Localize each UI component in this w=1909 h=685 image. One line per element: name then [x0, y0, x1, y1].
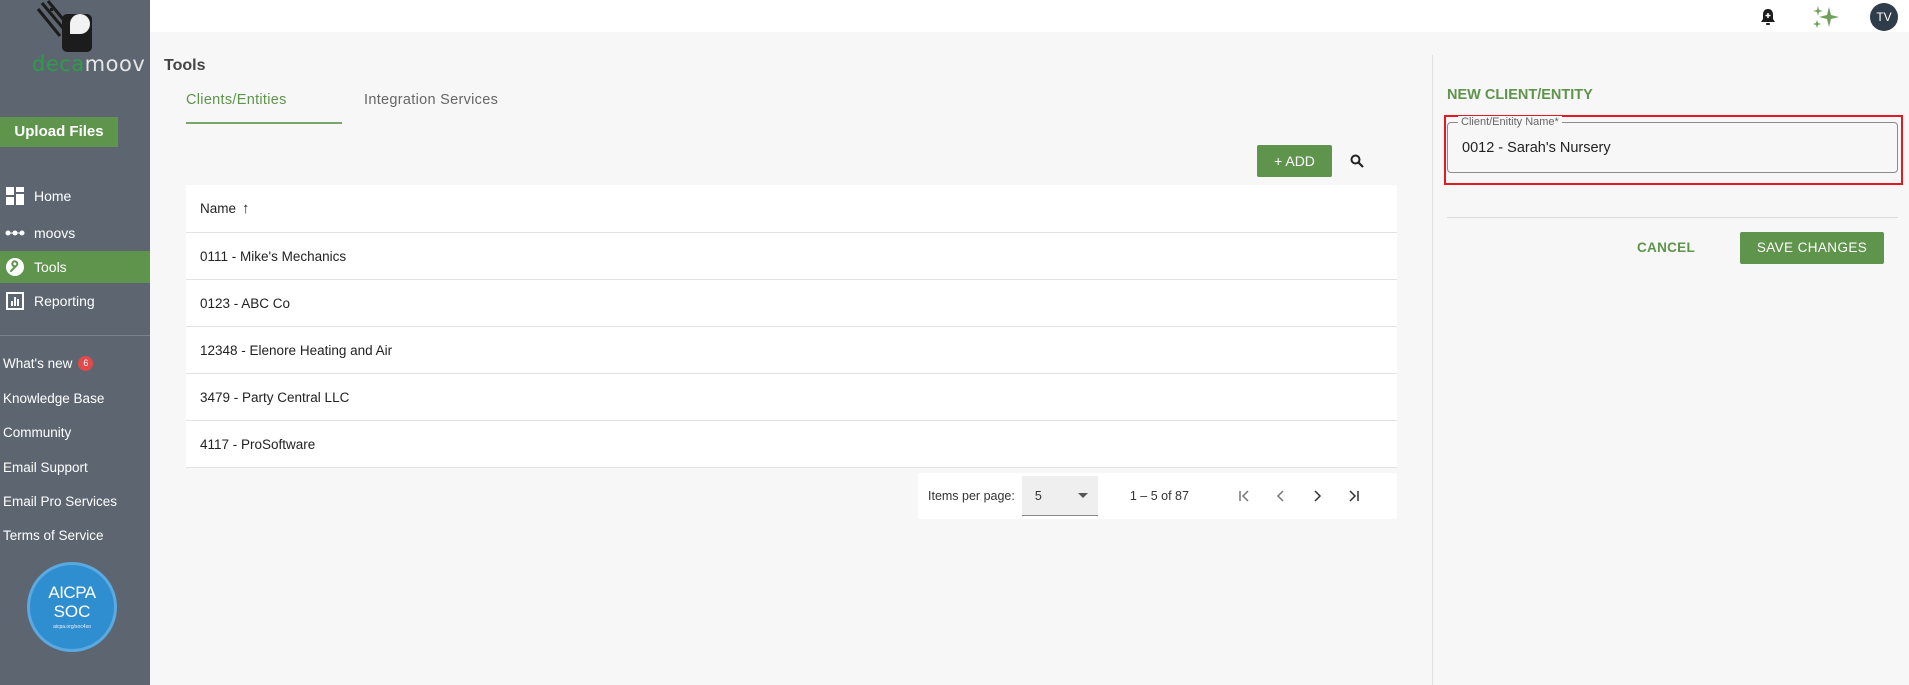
logo-text: decamoov: [32, 52, 146, 76]
search-icon[interactable]: [1347, 151, 1367, 171]
next-page-button[interactable]: [1299, 478, 1335, 514]
chevron-down-icon: [1077, 493, 1088, 498]
tab-clients-entities[interactable]: Clients/Entities: [186, 92, 342, 124]
last-page-icon: [1349, 490, 1359, 502]
panel-divider: [1432, 55, 1433, 685]
save-changes-button[interactable]: SAVE CHANGES: [1740, 232, 1884, 264]
first-page-button[interactable]: [1227, 478, 1263, 514]
aicpa-url-text: aicpa.org/soc4so: [53, 624, 91, 630]
table-row[interactable]: 0111 - Mike's Mechanics: [186, 233, 1397, 280]
sidebar-item-home[interactable]: Home: [0, 180, 150, 212]
soc-text: SOC: [53, 602, 91, 621]
items-per-page-value: 5: [1034, 488, 1042, 503]
clients-table: Name ↑ 0111 - Mike's Mechanics 0123 - AB…: [186, 185, 1397, 468]
add-button[interactable]: + ADD: [1257, 145, 1332, 177]
items-per-page-label: Items per page:: [928, 489, 1015, 503]
avatar[interactable]: TV: [1870, 3, 1898, 31]
sidebar-item-label: Reporting: [34, 293, 95, 309]
chevron-left-icon: [1276, 490, 1284, 502]
sidebar-item-reporting[interactable]: Reporting: [0, 285, 150, 317]
client-name-input[interactable]: [1462, 138, 1882, 158]
whats-new-link[interactable]: What's new 6: [3, 356, 94, 371]
page-range-label: 1 – 5 of 87: [1129, 489, 1189, 503]
sidebar-item-label: Tools: [34, 259, 67, 275]
whats-new-badge: 6: [78, 356, 94, 371]
email-pro-services-link[interactable]: Email Pro Services: [3, 494, 117, 509]
terms-of-service-link[interactable]: Terms of Service: [3, 528, 104, 543]
whats-new-label: What's new: [3, 356, 73, 371]
grid-icon: [5, 186, 25, 206]
cancel-button[interactable]: CANCEL: [1622, 232, 1710, 264]
items-per-page-select[interactable]: 5: [1021, 476, 1098, 516]
sidebar-item-moovs[interactable]: moovs: [0, 217, 150, 249]
community-link[interactable]: Community: [3, 425, 71, 440]
aicpa-soc-badge: AICPA SOC aicpa.org/soc4so: [27, 562, 117, 652]
sidebar: decamoov Upload Files Home moovs Tools R…: [0, 0, 150, 685]
chart-icon: [5, 291, 25, 311]
wrench-icon: [5, 257, 25, 277]
client-name-label: Client/Enitity Name*: [1458, 116, 1562, 128]
table-row[interactable]: 3479 - Party Central LLC: [186, 374, 1397, 421]
sidebar-divider: [0, 335, 150, 336]
dots-icon: [5, 223, 25, 243]
column-header-label: Name: [200, 201, 237, 216]
sidebar-item-label: moovs: [34, 225, 76, 241]
panel-separator: [1447, 217, 1898, 218]
aicpa-text: AICPA: [48, 583, 96, 602]
last-page-button[interactable]: [1335, 478, 1371, 514]
email-support-link[interactable]: Email Support: [3, 460, 88, 475]
sparkle-icon[interactable]: [1811, 4, 1841, 30]
first-page-icon: [1239, 490, 1249, 502]
name-column-header[interactable]: Name ↑: [186, 185, 1397, 233]
top-bar: [150, 0, 1909, 32]
knowledge-base-link[interactable]: Knowledge Base: [3, 391, 104, 406]
decamoov-logo[interactable]: decamoov: [14, 0, 145, 78]
tab-integration-services[interactable]: Integration Services: [364, 92, 498, 108]
chevron-right-icon: [1314, 490, 1321, 502]
table-row[interactable]: 12348 - Elenore Heating and Air: [186, 327, 1397, 374]
table-row[interactable]: 0123 - ABC Co: [186, 280, 1397, 327]
sidebar-item-label: Home: [34, 188, 72, 204]
previous-page-button[interactable]: [1263, 478, 1299, 514]
bell-icon[interactable]: [1755, 4, 1781, 30]
sidebar-item-tools[interactable]: Tools: [0, 251, 150, 283]
sort-ascending-icon: ↑: [242, 200, 250, 217]
upload-files-button[interactable]: Upload Files: [0, 117, 118, 147]
page-title: Tools: [164, 57, 206, 74]
panel-title: NEW CLIENT/ENTITY: [1447, 87, 1593, 103]
paginator: Items per page: 5 1 – 5 of 87: [918, 473, 1397, 519]
table-row[interactable]: 4117 - ProSoftware: [186, 421, 1397, 468]
